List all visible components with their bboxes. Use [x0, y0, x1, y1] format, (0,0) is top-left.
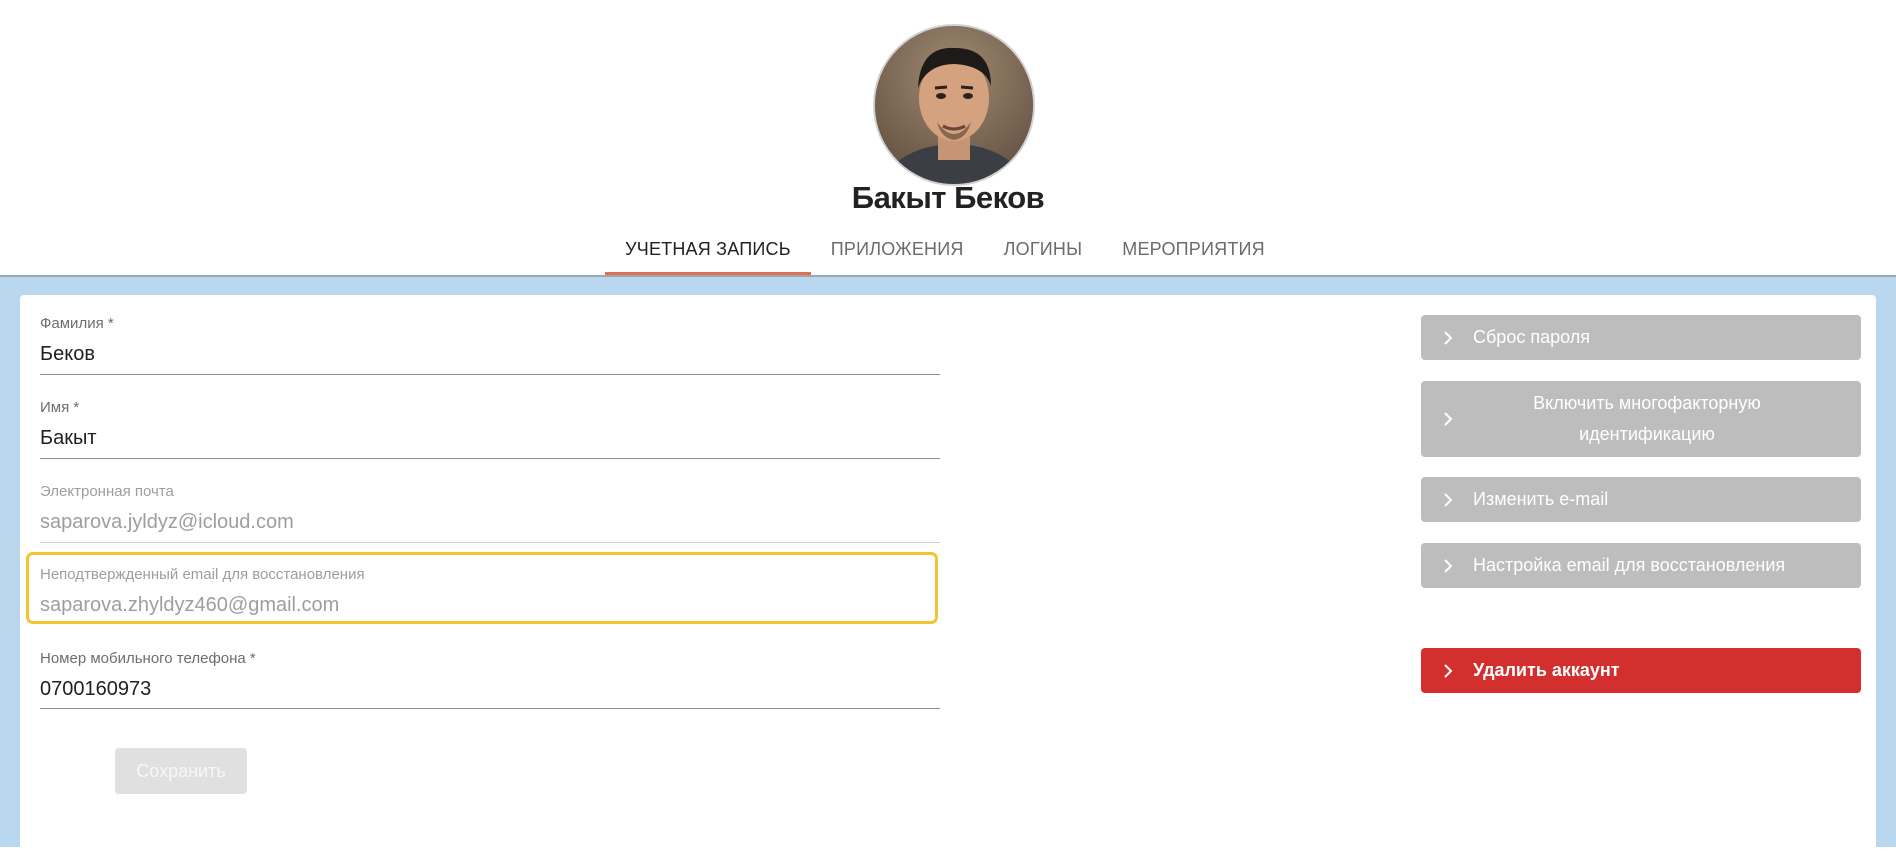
first-name-value[interactable]: Бакыт	[40, 427, 97, 450]
tab-logins[interactable]: ЛОГИНЫ	[984, 228, 1103, 275]
avatar-photo-icon	[875, 26, 1033, 184]
delete-account-button[interactable]: Удалить аккаунт	[1421, 648, 1861, 693]
enable-mfa-button[interactable]: Включить многофакторную идентификацию	[1421, 381, 1861, 457]
profile-header: Бакыт Беков УЧЕТНАЯ ЗАПИСЬ ПРИЛОЖЕНИЯ ЛО…	[0, 0, 1896, 277]
user-full-name: Бакыт Беков	[851, 180, 1045, 215]
chevron-right-icon	[1443, 412, 1461, 426]
recovery-email-setup-button[interactable]: Настройка email для восстановления	[1421, 543, 1861, 588]
avatar	[873, 24, 1035, 186]
phone-value[interactable]: 0700160973	[40, 678, 151, 701]
last-name-field[interactable]: Фамилия * Беков	[40, 315, 940, 375]
reset-password-button[interactable]: Сброс пароля	[1421, 315, 1861, 360]
change-email-button[interactable]: Изменить e-mail	[1421, 477, 1861, 522]
first-name-field[interactable]: Имя * Бакыт	[40, 399, 940, 459]
recovery-email-label: Неподтвержденный email для восстановлени…	[40, 566, 365, 583]
first-name-label: Имя *	[40, 399, 80, 416]
tab-events[interactable]: МЕРОПРИЯТИЯ	[1102, 228, 1285, 275]
last-name-label: Фамилия *	[40, 315, 114, 332]
reset-password-label: Сброс пароля	[1473, 327, 1590, 347]
email-label: Электронная почта	[40, 483, 174, 500]
enable-mfa-label: Включить многофакторную идентификацию	[1533, 393, 1761, 444]
change-email-label: Изменить e-mail	[1473, 489, 1609, 509]
last-name-value[interactable]: Беков	[40, 343, 95, 366]
chevron-right-icon	[1443, 663, 1461, 678]
recovery-email-value: saparova.zhyldyz460@gmail.com	[40, 594, 340, 616]
tab-account[interactable]: УЧЕТНАЯ ЗАПИСЬ	[605, 228, 811, 275]
delete-account-label: Удалить аккаунт	[1473, 660, 1620, 680]
tab-applications[interactable]: ПРИЛОЖЕНИЯ	[811, 228, 984, 275]
recovery-email-setup-label: Настройка email для восстановления	[1473, 555, 1786, 575]
phone-label: Номер мобильного телефона *	[40, 650, 256, 667]
email-value: saparova.jyldyz@icloud.com	[40, 511, 294, 533]
profile-tabs: УЧЕТНАЯ ЗАПИСЬ ПРИЛОЖЕНИЯ ЛОГИНЫ МЕРОПРИ…	[0, 228, 1896, 275]
email-field: Электронная почта saparova.jyldyz@icloud…	[40, 483, 940, 543]
chevron-right-icon	[1443, 330, 1461, 345]
chevron-right-icon	[1443, 558, 1461, 573]
recovery-email-field: Неподтвержденный email для восстановлени…	[40, 566, 940, 618]
save-button[interactable]: Сохранить	[115, 748, 247, 794]
phone-field[interactable]: Номер мобильного телефона * 0700160973	[40, 650, 940, 709]
chevron-right-icon	[1443, 492, 1461, 507]
